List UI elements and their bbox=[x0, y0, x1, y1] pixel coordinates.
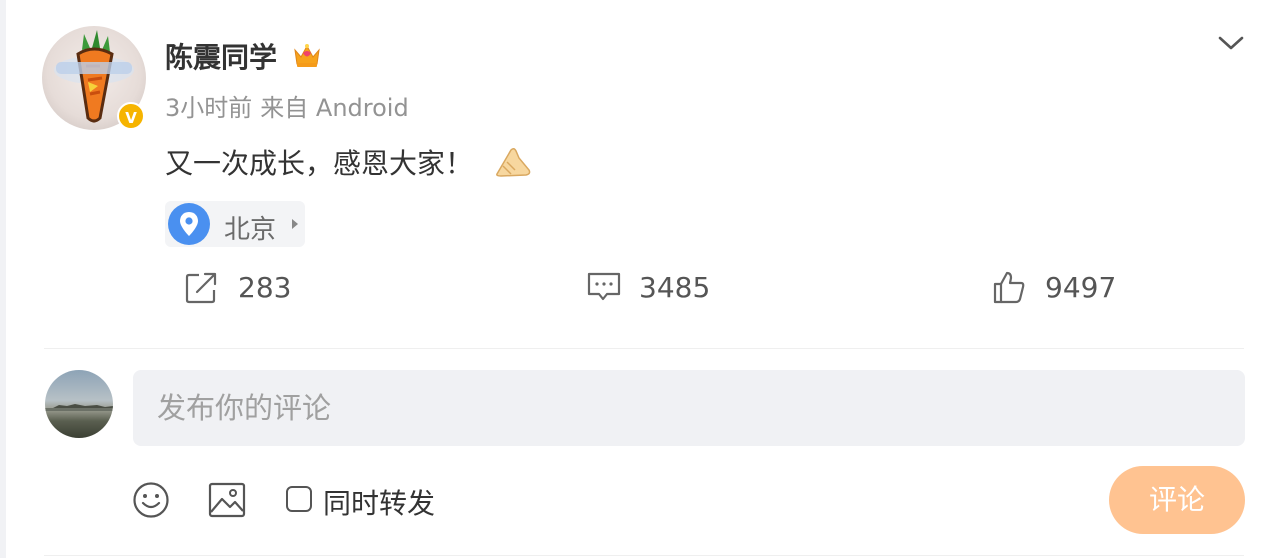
comment-input[interactable] bbox=[133, 370, 1245, 446]
location-pin-icon bbox=[168, 203, 210, 245]
post-text: 又一次成长，感恩大家！ bbox=[165, 147, 474, 180]
author-name[interactable]: 陈震同学 bbox=[165, 36, 277, 76]
like-count: 9497 bbox=[1045, 271, 1117, 304]
location-tag[interactable]: 北京 bbox=[165, 201, 305, 247]
page-left-border bbox=[0, 0, 6, 558]
thumbs-up-icon bbox=[993, 271, 1025, 304]
location-label: 北京 bbox=[224, 215, 277, 245]
submit-comment-button[interactable]: 评论 bbox=[1109, 466, 1245, 534]
post-meta: 3小时前 来自 Android bbox=[165, 88, 417, 123]
caret-right-icon bbox=[292, 219, 298, 229]
repost-count: 283 bbox=[238, 271, 292, 304]
more-options-chevron-down-icon[interactable] bbox=[1216, 30, 1246, 56]
image-icon[interactable] bbox=[208, 482, 246, 518]
repost-checkbox-label[interactable]: 同时转发 bbox=[323, 482, 435, 522]
post-time[interactable]: 3小时前 bbox=[165, 94, 252, 122]
landscape-avatar-art bbox=[45, 404, 113, 411]
section-divider bbox=[44, 348, 1244, 349]
emoji-icon[interactable] bbox=[132, 481, 170, 519]
repost-icon bbox=[185, 272, 217, 304]
repost-checkbox[interactable] bbox=[286, 486, 312, 512]
crown-icon[interactable] bbox=[292, 40, 322, 70]
post-source: 来自 Android bbox=[260, 94, 409, 122]
bottom-divider bbox=[44, 555, 1244, 556]
comment-count: 3485 bbox=[639, 271, 711, 304]
comment-icon bbox=[587, 272, 621, 301]
folded-hands-emoji-icon bbox=[496, 147, 531, 177]
verified-badge-icon: V bbox=[117, 102, 145, 130]
current-user-avatar[interactable] bbox=[45, 370, 113, 438]
